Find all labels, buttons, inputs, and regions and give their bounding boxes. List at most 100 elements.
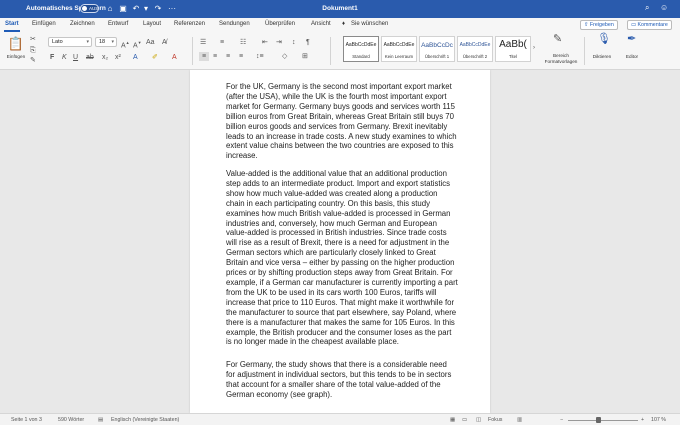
tab-entwurf[interactable]: Entwurf xyxy=(108,21,128,27)
comments-button[interactable]: ▭ Kommentare xyxy=(627,20,672,30)
align-left-icon[interactable]: ≡ xyxy=(199,52,209,61)
style-name: Standard xyxy=(352,54,370,59)
highlight-icon[interactable]: ✐ xyxy=(152,53,158,62)
paragraph[interactable]: Value-added is the additional value that… xyxy=(226,169,458,347)
title-bar: Automatisches Speichern AUS ⌂ ▣ ↶ ▾ ↷ ··… xyxy=(0,0,680,18)
style-standard[interactable]: AaBbCcDdEe Standard xyxy=(343,36,379,62)
status-bar: Seite 1 von 3 590 Wörter ▤ Englisch (Ver… xyxy=(0,413,680,425)
paste-icon[interactable]: 📋 xyxy=(7,36,25,52)
pilcrow-icon[interactable]: ¶ xyxy=(306,38,310,47)
numbering-icon[interactable]: ≡ xyxy=(220,38,224,47)
cut-icon[interactable]: ✂ xyxy=(30,35,36,44)
multilevel-list-icon[interactable]: ☷ xyxy=(240,38,246,47)
tab-start[interactable]: Start xyxy=(5,21,19,27)
format-painter-icon[interactable]: ✎ xyxy=(30,56,36,65)
microphone-icon[interactable]: 🎙 xyxy=(597,34,611,45)
tab-sendungen[interactable]: Sendungen xyxy=(219,21,250,27)
increase-indent-icon[interactable]: ⇥ xyxy=(276,38,282,47)
paragraph[interactable]: For Germany, the study shows that there … xyxy=(226,360,458,400)
ribbon-toolbar: 📋 Einfügen ✂ ⎘ ✎ Lato ▾ 18 ▾ A▲ A▼ Aa A̸… xyxy=(0,32,680,70)
font-size-select[interactable]: 18 ▾ xyxy=(95,37,117,47)
style-name: Überschrift 2 xyxy=(462,54,488,59)
paste-label: Einfügen xyxy=(6,54,26,59)
align-right-icon[interactable]: ≡ xyxy=(226,52,230,61)
search-icon[interactable]: ⌕ xyxy=(645,3,649,13)
style-sample: AaBb( xyxy=(499,39,527,50)
chevron-down-icon: ▾ xyxy=(111,39,114,45)
search-prompt[interactable]: Sie wünschen xyxy=(351,21,388,27)
copy-icon[interactable]: ⎘ xyxy=(30,46,36,55)
shading-icon[interactable]: ◇ xyxy=(282,52,287,61)
tab-ansicht[interactable]: Ansicht xyxy=(311,21,331,27)
focus-icon[interactable]: ◫ xyxy=(476,417,481,423)
share-label: Freigeben xyxy=(589,22,614,28)
style-sample: AaBbCcDdEe xyxy=(383,42,415,48)
document-page[interactable]: For the UK, Germany is the second most i… xyxy=(190,70,490,413)
word-count[interactable]: 590 Wörter xyxy=(58,417,84,423)
zoom-slider[interactable] xyxy=(568,419,638,421)
decrease-indent-icon[interactable]: ⇤ xyxy=(262,38,268,47)
superscript-icon[interactable]: x² xyxy=(115,53,121,62)
style-sample: AaBbCcDdEe xyxy=(459,42,491,48)
italic-icon[interactable]: K xyxy=(62,53,67,62)
shrink-font-icon[interactable]: A▼ xyxy=(133,38,142,50)
styles-pane-label: Formatvorlagen xyxy=(544,59,578,64)
zoom-in-button[interactable]: + xyxy=(641,417,644,423)
styles-gallery-expand-icon[interactable]: › xyxy=(533,44,535,53)
clear-formatting-icon[interactable]: A̸ xyxy=(162,38,167,47)
style-heading-1[interactable]: AaBbCcDc Überschrift 1 xyxy=(419,36,455,62)
dictate-label: Diktieren xyxy=(592,54,612,59)
bold-icon[interactable]: F xyxy=(50,53,54,62)
font-size-value: 18 xyxy=(99,39,106,45)
tab-einfuegen[interactable]: Einfügen xyxy=(32,21,56,27)
borders-icon[interactable]: ⊞ xyxy=(302,52,308,61)
line-spacing-icon[interactable]: ↕≡ xyxy=(256,52,264,61)
font-name-select[interactable]: Lato ▾ xyxy=(48,37,92,47)
style-name: Überschrift 1 xyxy=(424,54,450,59)
style-sample: AaBbCcDdEe xyxy=(345,42,377,48)
divider xyxy=(330,37,331,65)
print-layout-icon[interactable]: ▦ xyxy=(450,417,455,423)
zoom-out-button[interactable]: − xyxy=(560,417,563,423)
tab-zeichnen[interactable]: Zeichnen xyxy=(70,21,95,27)
editor-icon[interactable]: ✒ xyxy=(627,34,636,45)
styles-pane-icon[interactable]: ✎ xyxy=(553,34,562,45)
style-heading-2[interactable]: AaBbCcDdEe Überschrift 2 xyxy=(457,36,493,62)
font-name-value: Lato xyxy=(52,39,63,45)
language[interactable]: Englisch (Vereinigte Staaten) xyxy=(111,417,179,423)
subscript-icon[interactable]: x₂ xyxy=(102,53,108,62)
zoom-level[interactable]: 107 % xyxy=(651,417,666,423)
text-effects-icon[interactable]: A xyxy=(133,53,138,62)
account-icon[interactable]: ☺ xyxy=(660,3,668,12)
sort-icon[interactable]: ↕ xyxy=(292,38,296,47)
bullets-icon[interactable]: ☰ xyxy=(200,38,206,47)
style-title[interactable]: AaBb( Titel xyxy=(495,36,531,62)
grow-font-icon[interactable]: A▲ xyxy=(121,38,130,50)
share-button[interactable]: ⇧ Freigeben xyxy=(580,20,618,30)
style-sample: AaBbCcDc xyxy=(421,42,453,49)
tab-referenzen[interactable]: Referenzen xyxy=(174,21,205,27)
read-mode-icon[interactable]: ▥ xyxy=(517,417,522,423)
page-count[interactable]: Seite 1 von 3 xyxy=(11,417,42,423)
underline-icon[interactable]: U xyxy=(73,53,78,62)
justify-icon[interactable]: ≡ xyxy=(239,52,243,61)
zoom-slider-handle[interactable] xyxy=(596,417,601,423)
lightbulb-icon: ♦ xyxy=(342,21,346,27)
comments-label: Kommentare xyxy=(637,22,668,28)
editor-label: Editor xyxy=(625,54,639,59)
change-case-icon[interactable]: Aa xyxy=(146,38,155,47)
proofing-icon[interactable]: ▤ xyxy=(98,417,103,423)
web-layout-icon[interactable]: ▭ xyxy=(462,417,467,423)
focus-label[interactable]: Fokus xyxy=(488,417,502,423)
paragraph[interactable]: For the UK, Germany is the second most i… xyxy=(226,82,458,161)
align-center-icon[interactable]: ≡ xyxy=(213,52,217,61)
style-name: Kein Leerraum xyxy=(384,54,414,59)
style-no-spacing[interactable]: AaBbCcDdEe Kein Leerraum xyxy=(381,36,417,62)
style-name: Titel xyxy=(509,54,517,59)
strikethrough-icon[interactable]: ab xyxy=(86,53,94,62)
tab-ueberpruefen[interactable]: Überprüfen xyxy=(265,21,295,27)
chevron-down-icon: ▾ xyxy=(86,39,89,45)
tab-layout[interactable]: Layout xyxy=(143,21,161,27)
font-color-icon[interactable]: A xyxy=(172,53,177,62)
document-title: Dokument1 xyxy=(322,5,358,12)
